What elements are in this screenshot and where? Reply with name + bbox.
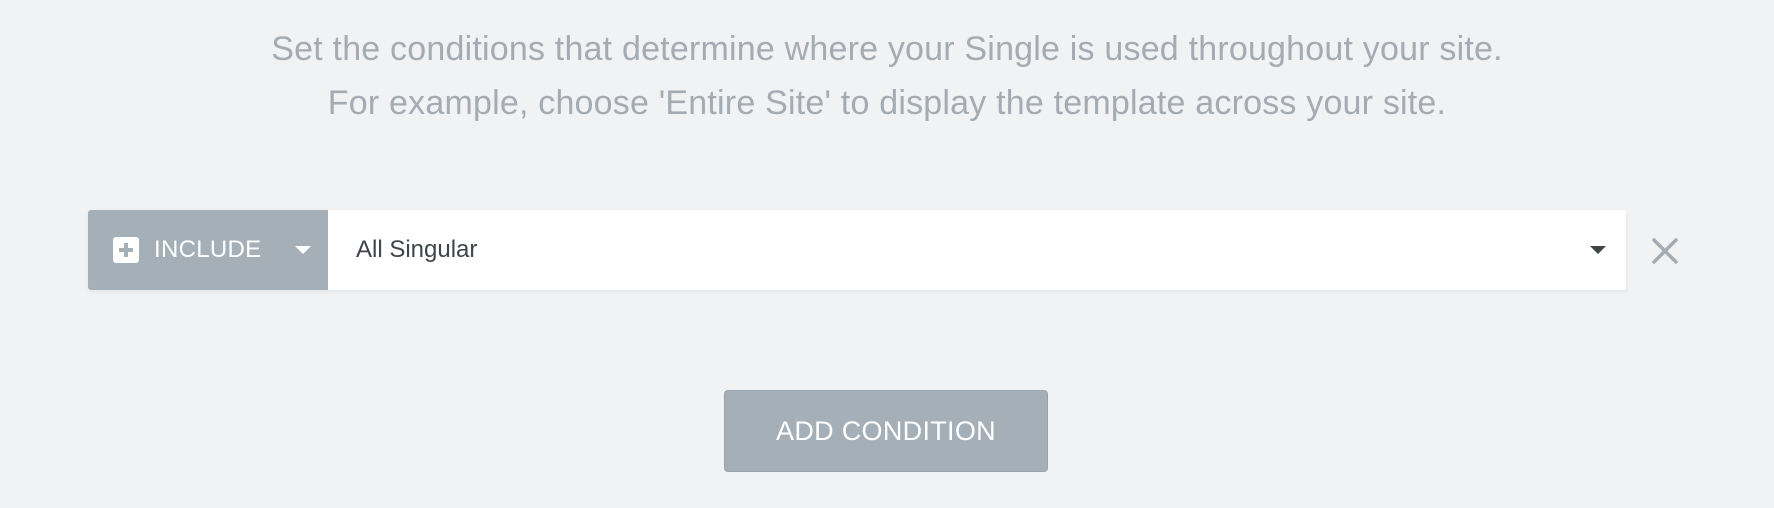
chevron-down-icon xyxy=(295,246,312,254)
condition-row: INCLUDE All Singular xyxy=(88,210,1626,290)
intro-text: Set the conditions that determine where … xyxy=(0,22,1774,130)
intro-line-1: Set the conditions that determine where … xyxy=(271,30,1503,68)
condition-value-select[interactable]: All Singular xyxy=(328,210,1626,290)
include-label: INCLUDE xyxy=(154,236,262,263)
close-icon[interactable] xyxy=(1650,236,1680,266)
intro-line-2: For example, choose 'Entire Site' to dis… xyxy=(327,84,1447,122)
plus-square-icon xyxy=(113,237,139,263)
add-condition-button[interactable]: ADD CONDITION xyxy=(724,390,1048,472)
condition-value-label: All Singular xyxy=(356,236,478,263)
chevron-down-icon xyxy=(1590,246,1606,254)
include-exclude-select[interactable]: INCLUDE xyxy=(88,210,328,290)
